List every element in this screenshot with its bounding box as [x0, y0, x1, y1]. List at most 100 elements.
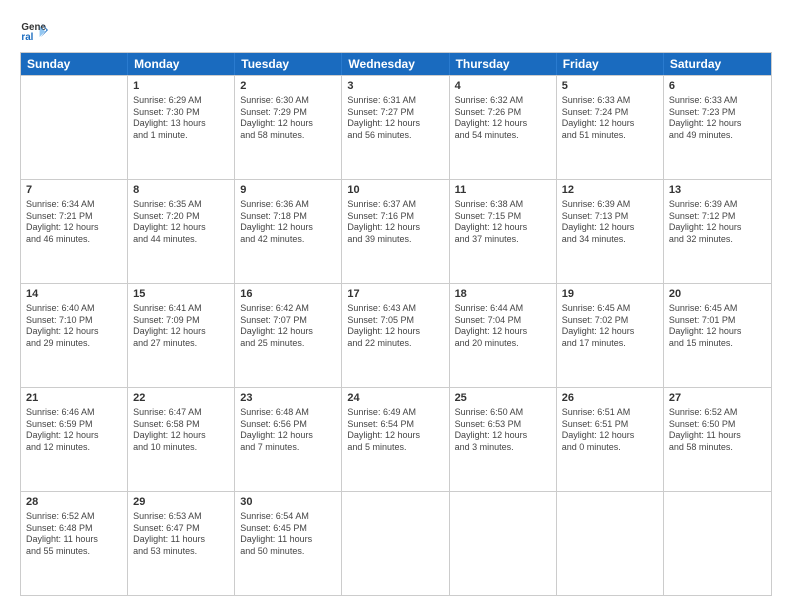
cell-line: Sunset: 7:30 PM — [133, 107, 229, 119]
day-number: 27 — [669, 391, 766, 406]
day-cell-3: 3Sunrise: 6:31 AMSunset: 7:27 PMDaylight… — [342, 76, 449, 179]
day-number: 1 — [133, 79, 229, 94]
day-number: 5 — [562, 79, 658, 94]
cell-line: Sunrise: 6:41 AM — [133, 303, 229, 315]
cell-line: Sunrise: 6:37 AM — [347, 199, 443, 211]
day-number: 11 — [455, 183, 551, 198]
cell-line: Sunrise: 6:53 AM — [133, 511, 229, 523]
day-number: 23 — [240, 391, 336, 406]
cell-line: Sunset: 6:53 PM — [455, 419, 551, 431]
day-cell-18: 18Sunrise: 6:44 AMSunset: 7:04 PMDayligh… — [450, 284, 557, 387]
cell-line: Sunset: 7:20 PM — [133, 211, 229, 223]
cell-line: Sunset: 7:16 PM — [347, 211, 443, 223]
cell-line: Daylight: 11 hours — [240, 534, 336, 546]
cell-line: Sunrise: 6:45 AM — [562, 303, 658, 315]
header-day-tuesday: Tuesday — [235, 53, 342, 75]
day-number: 16 — [240, 287, 336, 302]
cell-line: Sunset: 7:01 PM — [669, 315, 766, 327]
day-number: 29 — [133, 495, 229, 510]
cell-line: Sunset: 7:12 PM — [669, 211, 766, 223]
cell-line: Sunset: 6:50 PM — [669, 419, 766, 431]
cell-line: Sunset: 6:54 PM — [347, 419, 443, 431]
cell-line: Sunrise: 6:35 AM — [133, 199, 229, 211]
cell-line: Sunset: 6:48 PM — [26, 523, 122, 535]
cell-line: Daylight: 12 hours — [562, 326, 658, 338]
cell-line: Sunset: 7:10 PM — [26, 315, 122, 327]
cell-line: Sunset: 7:23 PM — [669, 107, 766, 119]
cell-line: and 46 minutes. — [26, 234, 122, 246]
cell-line: Sunset: 7:24 PM — [562, 107, 658, 119]
cell-line: Sunset: 7:18 PM — [240, 211, 336, 223]
cell-line: and 1 minute. — [133, 130, 229, 142]
calendar-row-1: 7Sunrise: 6:34 AMSunset: 7:21 PMDaylight… — [21, 179, 771, 283]
cell-line: Daylight: 12 hours — [347, 118, 443, 130]
cell-line: Sunrise: 6:43 AM — [347, 303, 443, 315]
day-number: 14 — [26, 287, 122, 302]
cell-line: and 42 minutes. — [240, 234, 336, 246]
day-number: 2 — [240, 79, 336, 94]
empty-cell — [450, 492, 557, 595]
day-cell-28: 28Sunrise: 6:52 AMSunset: 6:48 PMDayligh… — [21, 492, 128, 595]
day-cell-21: 21Sunrise: 6:46 AMSunset: 6:59 PMDayligh… — [21, 388, 128, 491]
cell-line: Sunset: 7:15 PM — [455, 211, 551, 223]
day-number: 20 — [669, 287, 766, 302]
header-day-monday: Monday — [128, 53, 235, 75]
day-cell-22: 22Sunrise: 6:47 AMSunset: 6:58 PMDayligh… — [128, 388, 235, 491]
cell-line: Sunset: 7:26 PM — [455, 107, 551, 119]
cell-line: Sunrise: 6:50 AM — [455, 407, 551, 419]
cell-line: Daylight: 12 hours — [455, 118, 551, 130]
calendar-row-3: 21Sunrise: 6:46 AMSunset: 6:59 PMDayligh… — [21, 387, 771, 491]
cell-line: Daylight: 12 hours — [240, 430, 336, 442]
cell-line: Sunset: 7:27 PM — [347, 107, 443, 119]
cell-line: and 17 minutes. — [562, 338, 658, 350]
cell-line: and 58 minutes. — [669, 442, 766, 454]
cell-line: and 54 minutes. — [455, 130, 551, 142]
cell-line: and 39 minutes. — [347, 234, 443, 246]
calendar-row-0: 1Sunrise: 6:29 AMSunset: 7:30 PM Daylight… — [21, 75, 771, 179]
cell-line: and 25 minutes. — [240, 338, 336, 350]
cell-line: Daylight: 11 hours — [133, 534, 229, 546]
day-cell-27: 27Sunrise: 6:52 AMSunset: 6:50 PMDayligh… — [664, 388, 771, 491]
day-cell-15: 15Sunrise: 6:41 AMSunset: 7:09 PMDayligh… — [128, 284, 235, 387]
day-number: 8 — [133, 183, 229, 198]
day-number: 22 — [133, 391, 229, 406]
cell-line: Sunset: 6:59 PM — [26, 419, 122, 431]
cell-line: Sunrise: 6:47 AM — [133, 407, 229, 419]
cell-line: Sunrise: 6:39 AM — [562, 199, 658, 211]
cell-line: and 20 minutes. — [455, 338, 551, 350]
day-cell-7: 7Sunrise: 6:34 AMSunset: 7:21 PMDaylight… — [21, 180, 128, 283]
cell-line: and 29 minutes. — [26, 338, 122, 350]
header-day-friday: Friday — [557, 53, 664, 75]
cell-line: Daylight: 12 hours — [26, 326, 122, 338]
day-number: 17 — [347, 287, 443, 302]
cell-line: Daylight: 12 hours — [240, 326, 336, 338]
day-number: 3 — [347, 79, 443, 94]
day-number: 25 — [455, 391, 551, 406]
cell-line: Sunrise: 6:36 AM — [240, 199, 336, 211]
page: Gene ral SundayMondayTuesdayWednesdayThu… — [0, 0, 792, 612]
cell-line: Daylight: 12 hours — [347, 222, 443, 234]
day-cell-10: 10Sunrise: 6:37 AMSunset: 7:16 PMDayligh… — [342, 180, 449, 283]
cell-line: and 34 minutes. — [562, 234, 658, 246]
day-cell-12: 12Sunrise: 6:39 AMSunset: 7:13 PMDayligh… — [557, 180, 664, 283]
cell-line: Sunset: 7:13 PM — [562, 211, 658, 223]
cell-line: Daylight: 12 hours — [455, 430, 551, 442]
cell-line: and 3 minutes. — [455, 442, 551, 454]
cell-line: and 49 minutes. — [669, 130, 766, 142]
cell-line: Daylight: 12 hours — [562, 222, 658, 234]
cell-line: Sunrise: 6:32 AM — [455, 95, 551, 107]
calendar: SundayMondayTuesdayWednesdayThursdayFrid… — [20, 52, 772, 596]
cell-line: Sunrise: 6:31 AM — [347, 95, 443, 107]
cell-line: Daylight: 12 hours — [562, 430, 658, 442]
day-cell-8: 8Sunrise: 6:35 AMSunset: 7:20 PMDaylight… — [128, 180, 235, 283]
cell-line: Sunrise: 6:29 AM — [133, 95, 229, 107]
day-number: 9 — [240, 183, 336, 198]
day-cell-1: 1Sunrise: 6:29 AMSunset: 7:30 PMDaylight… — [128, 76, 235, 179]
cell-line: Daylight: 12 hours — [669, 222, 766, 234]
empty-cell — [664, 492, 771, 595]
cell-line: Daylight: 12 hours — [240, 118, 336, 130]
cell-line: and 27 minutes. — [133, 338, 229, 350]
day-cell-6: 6Sunrise: 6:33 AMSunset: 7:23 PMDaylight… — [664, 76, 771, 179]
cell-line: and 0 minutes. — [562, 442, 658, 454]
day-number: 15 — [133, 287, 229, 302]
